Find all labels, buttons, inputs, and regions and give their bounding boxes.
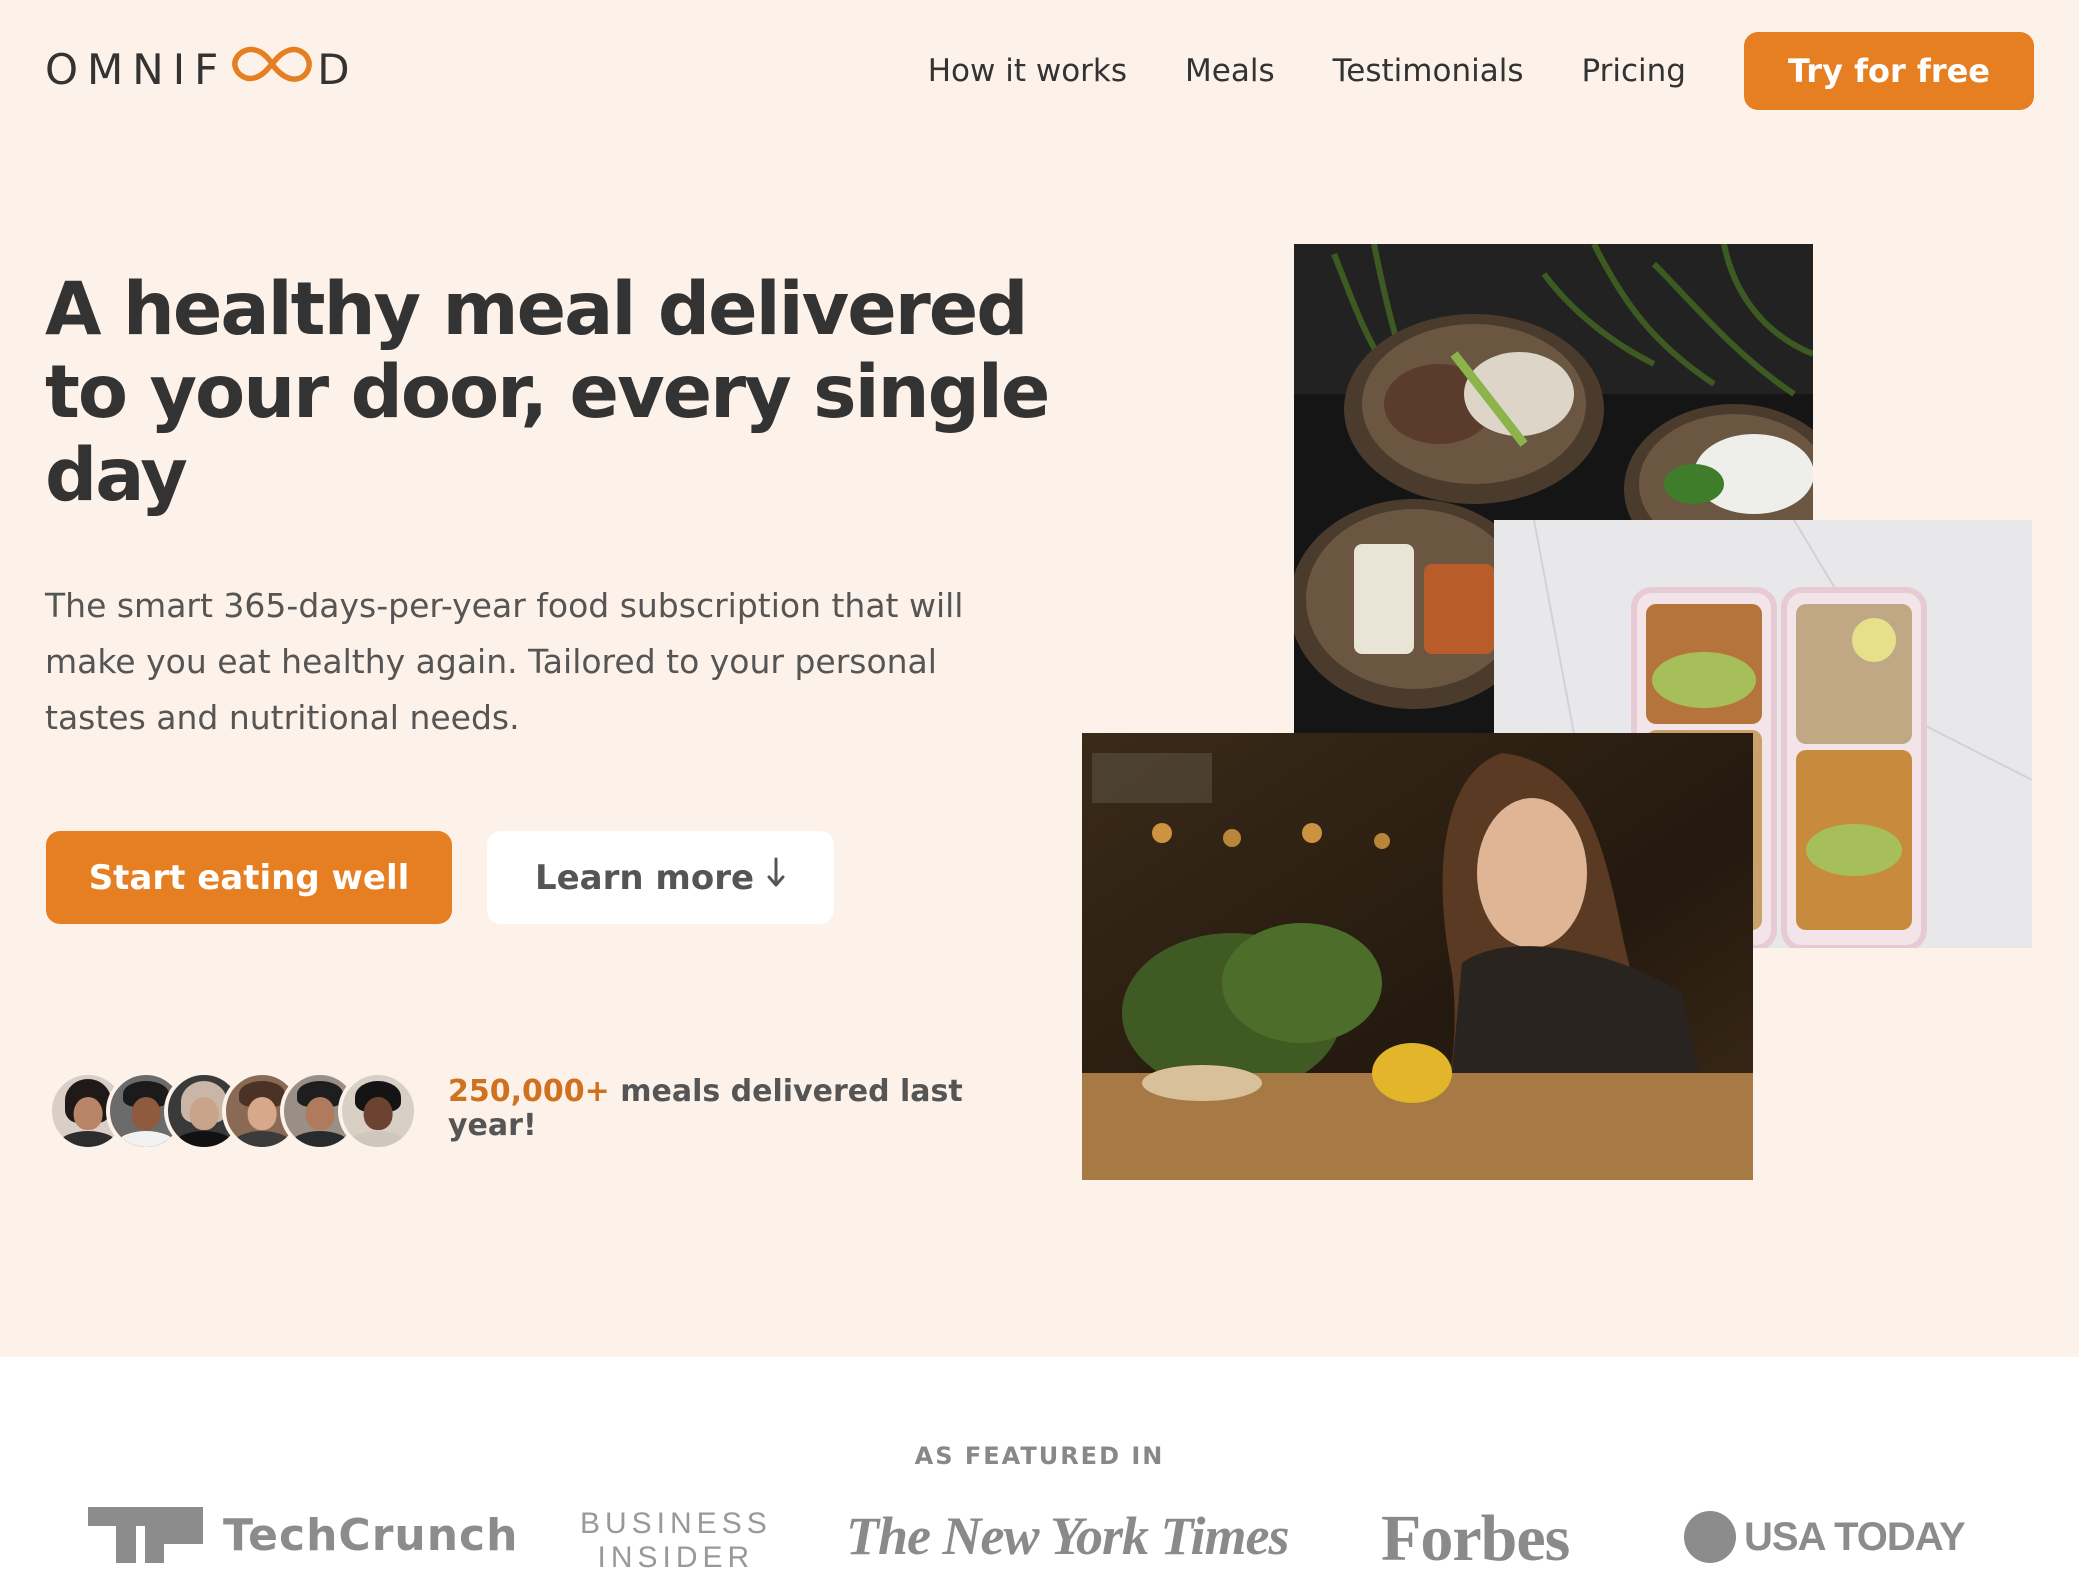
learn-more-button[interactable]: Learn more [487,831,834,924]
techcrunch-wordmark: TechCrunch [223,1509,519,1561]
featured-logos: TechCrunch BUSINESS INSIDER The New York… [0,1497,2079,1583]
usa-today-wordmark: USA TODAY [1744,1514,1966,1559]
hero-description: The smart 365-days-per-year food subscri… [45,586,964,737]
omnifood-logo[interactable]: OMNIF D [45,44,359,94]
logo-text-suffix: D [317,44,359,94]
logo-text-prefix: OMNIF [45,44,228,94]
site-header: OMNIF D How it works Meals Testimonials … [0,0,2079,140]
usa-today-dot-icon [1684,1511,1736,1563]
new-york-times-logo: The New York Times [846,1506,1289,1566]
hero-title: A healthy meal delivered to your door, e… [45,267,1050,518]
main-nav: How it works Meals Testimonials Pricing … [928,32,2034,110]
customer-avatars [48,1071,418,1151]
woman-eating-photo [1082,733,1753,1180]
business-insider-logo: BUSINESS INSIDER [580,1507,772,1575]
start-eating-well-button[interactable]: Start eating well [46,831,452,924]
business-insider-line1: BUSINESS [580,1507,772,1540]
business-insider-line2: INSIDER [597,1541,755,1574]
nav-link-pricing[interactable]: Pricing [1581,53,1686,89]
nav-link-testimonials[interactable]: Testimonials [1333,53,1524,89]
try-for-free-button[interactable]: Try for free [1743,32,2034,110]
nav-link-how-it-works[interactable]: How it works [928,53,1127,89]
meals-delivered-count: 250,000+ [448,1074,610,1109]
techcrunch-mark-icon [88,1507,203,1563]
meals-delivered-text: 250,000+ meals delivered last year! [448,1075,968,1143]
infinity-icon [231,44,313,94]
featured-in-heading: AS FEATURED IN [914,1442,1165,1470]
start-eating-well-label: Start eating well [88,857,410,898]
featured-in-section: AS FEATURED IN TechCrunch BUSINESS INSID… [0,1357,2079,1583]
techcrunch-logo: TechCrunch [88,1507,518,1563]
learn-more-label: Learn more [534,857,755,898]
usa-today-logo: USA TODAY [1684,1511,1966,1563]
forbes-logo: Forbes [1381,1502,1570,1575]
nav-link-meals[interactable]: Meals [1185,53,1275,89]
arrow-down-icon [766,857,786,898]
customer-avatar-6 [338,1071,418,1151]
